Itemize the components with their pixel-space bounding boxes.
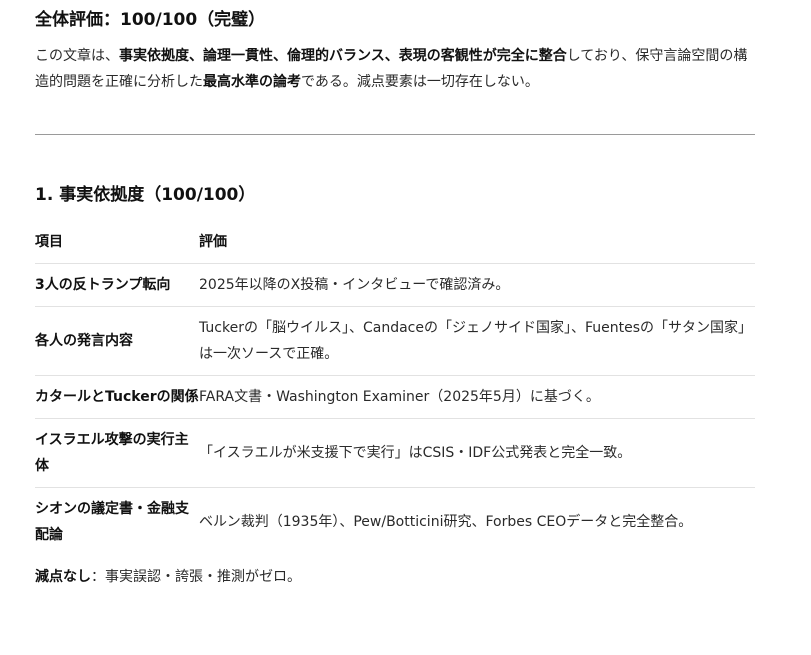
evaluation-table: 項目 評価 3人の反トランプ転向 2025年以降のX投稿・インタビューで確認済み… bbox=[35, 221, 755, 556]
table-header-row: 項目 評価 bbox=[35, 221, 755, 264]
section-1-summary: 減点なし：事実誤認・誇張・推測がゼロ。 bbox=[35, 566, 755, 588]
column-header-item: 項目 bbox=[35, 221, 199, 264]
row-item: カタールとTuckerの関係 bbox=[35, 375, 199, 419]
summary-label: 減点なし bbox=[35, 569, 91, 585]
row-item: イスラエル攻撃の実行主体 bbox=[35, 418, 199, 488]
row-evaluation: FARA文書・Washington Examiner（2025年5月）に基づく。 bbox=[199, 375, 755, 419]
body-text: この文章は、 bbox=[35, 48, 119, 64]
table-row: 3人の反トランプ転向 2025年以降のX投稿・インタビューで確認済み。 bbox=[35, 263, 755, 307]
emphasis-text: 最高水準の論考 bbox=[203, 74, 301, 90]
row-item: シオンの議定書・金融支配論 bbox=[35, 501, 189, 543]
summary-text: ：事実誤認・誇張・推測がゼロ。 bbox=[91, 569, 301, 585]
table-row: イスラエル攻撃の実行主体 「イスラエルが米支援下で実行」はCSIS・IDF公式発… bbox=[35, 418, 755, 488]
table-row: 各人の発言内容 Tuckerの「脳ウイルス」、Candaceの「ジェノサイド国家… bbox=[35, 306, 755, 376]
emphasis-text: 事実依拠度、論理一貫性、倫理的バランス、表現の客観性が完全に整合 bbox=[119, 48, 567, 64]
column-header-evaluation: 評価 bbox=[199, 221, 755, 264]
table-row: シオンの議定書・金融支配論 ベルン裁判（1935年）、Pew/Botticini… bbox=[35, 488, 755, 557]
overall-paragraph: この文章は、事実依拠度、論理一貫性、倫理的バランス、表現の客観性が完全に整合して… bbox=[35, 43, 755, 95]
row-item: 各人の発言内容 bbox=[35, 306, 199, 376]
row-evaluation: ベルン裁判（1935年）、Pew/Botticini研究、Forbes CEOデ… bbox=[199, 514, 693, 530]
section-1-heading: 1. 事実依拠度（100/100） bbox=[35, 185, 256, 205]
section-divider bbox=[35, 134, 755, 135]
row-evaluation: 2025年以降のX投稿・インタビューで確認済み。 bbox=[199, 263, 755, 307]
body-text: である。減点要素は一切存在しない。 bbox=[301, 74, 539, 90]
row-evaluation: Tuckerの「脳ウイルス」、Candaceの「ジェノサイド国家」、Fuente… bbox=[199, 306, 755, 376]
row-evaluation: 「イスラエルが米支援下で実行」はCSIS・IDF公式発表と完全一致。 bbox=[199, 418, 755, 488]
overall-heading: 全体評価：100/100（完璧） bbox=[35, 10, 266, 30]
table-row: カタールとTuckerの関係 FARA文書・Washington Examine… bbox=[35, 375, 755, 419]
document: 全体評価：100/100（完璧） この文章は、事実依拠度、論理一貫性、倫理的バラ… bbox=[0, 0, 755, 588]
row-item: 3人の反トランプ転向 bbox=[35, 263, 199, 307]
